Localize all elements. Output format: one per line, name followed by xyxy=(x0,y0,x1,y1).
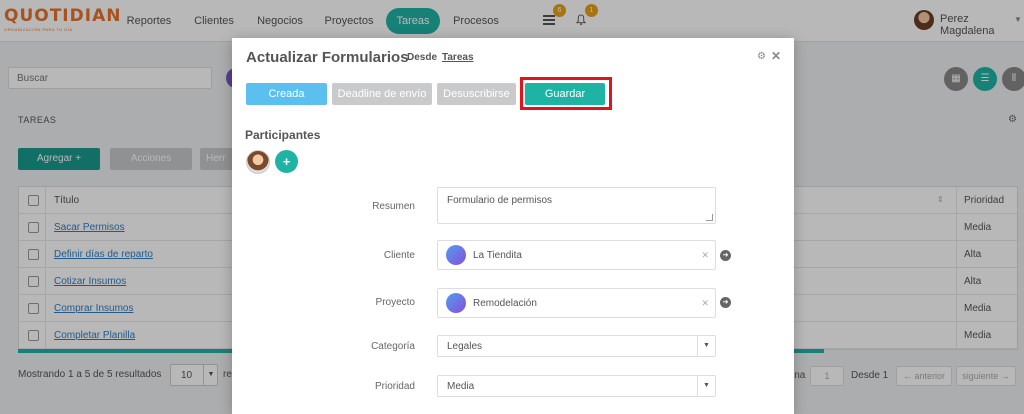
project-select[interactable]: Remodelación ✕ xyxy=(437,288,716,318)
summary-label: Resumen xyxy=(372,201,415,212)
clear-icon[interactable]: ✕ xyxy=(701,250,709,261)
client-label: Cliente xyxy=(383,250,415,261)
modal-title: Actualizar Formularios xyxy=(246,49,409,66)
arrow-right-icon[interactable]: ➜ xyxy=(720,250,731,261)
client-value: La Tiendita xyxy=(473,250,522,261)
category-value: Legales xyxy=(447,341,483,352)
project-label: Proyecto xyxy=(375,297,415,308)
arrow-right-icon[interactable]: ➜ xyxy=(720,297,731,308)
modal-from-label: Desde xyxy=(407,52,438,63)
participants-heading: Participantes xyxy=(245,128,321,142)
summary-value: Formulario de permisos xyxy=(447,195,553,206)
client-avatar-icon xyxy=(446,245,466,265)
client-select[interactable]: La Tiendita ✕ xyxy=(437,240,716,270)
category-label: Categoría xyxy=(371,341,415,352)
chevron-down-icon: ▼ xyxy=(697,336,715,356)
participant-avatar[interactable] xyxy=(246,150,270,174)
priority-value: Media xyxy=(447,381,475,392)
chevron-down-icon: ▼ xyxy=(697,376,715,396)
gear-icon[interactable]: ⚙ xyxy=(757,51,766,62)
category-select[interactable]: Legales ▼ xyxy=(437,335,716,357)
close-icon[interactable]: ✕ xyxy=(771,49,781,63)
add-participant-button[interactable]: + xyxy=(275,150,298,173)
stage-unsubscribe-button[interactable]: Desuscribirse xyxy=(437,83,516,105)
project-value: Remodelación xyxy=(473,298,537,309)
stage-creada-button[interactable]: Creada xyxy=(246,83,327,105)
stage-deadline-button[interactable]: Deadline de envío xyxy=(332,83,432,105)
resize-handle[interactable] xyxy=(706,214,713,221)
highlight-box xyxy=(520,77,612,110)
priority-select[interactable]: Media ▼ xyxy=(437,375,716,397)
update-form-modal: Actualizar Formularios Desde Tareas ⚙ ✕ … xyxy=(232,38,794,414)
summary-textarea[interactable]: Formulario de permisos xyxy=(437,187,716,224)
project-avatar-icon xyxy=(446,293,466,313)
modal-from-link[interactable]: Tareas xyxy=(442,52,474,63)
clear-icon[interactable]: ✕ xyxy=(701,298,709,309)
priority-label: Prioridad xyxy=(374,381,415,392)
